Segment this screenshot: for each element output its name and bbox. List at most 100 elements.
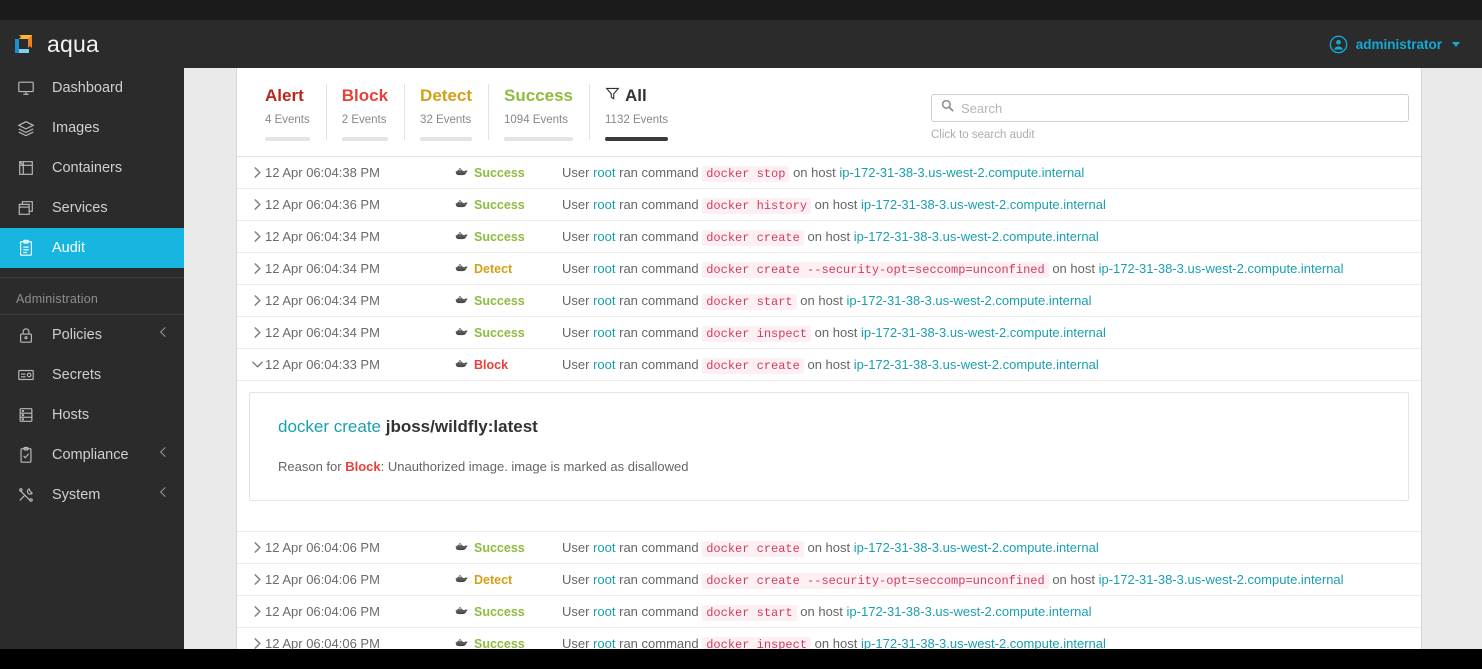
detail-reason-prefix: Reason for <box>278 459 342 474</box>
sidebar-item-containers[interactable]: Containers <box>0 148 184 188</box>
desc-mid: ran command <box>619 164 699 180</box>
desc-onhost: on host <box>814 635 858 650</box>
desc-onhost: on host <box>800 603 843 619</box>
chevron-right-icon[interactable] <box>249 166 265 179</box>
tab-alert[interactable]: Alert 4 Events <box>249 68 326 156</box>
audit-row[interactable]: 12 Apr 06:04:34 PM Success User root ran c… <box>237 220 1421 252</box>
docker-whale-icon <box>455 166 468 180</box>
sidebar-item-hosts[interactable]: Hosts <box>0 395 184 435</box>
audit-row-user: root <box>593 164 616 180</box>
sidebar-item-secrets[interactable]: Secrets <box>0 355 184 395</box>
search-area: Click to search audit <box>931 94 1409 141</box>
sidebar-item-system[interactable]: System <box>0 475 184 515</box>
chevron-right-icon[interactable] <box>249 294 265 307</box>
chevron-left-icon[interactable] <box>160 447 170 457</box>
sidebar-item-label: Audit <box>52 240 86 256</box>
aqua-cube-logo-icon <box>10 30 38 58</box>
audit-row-user: root <box>593 228 616 244</box>
audit-row-user: root <box>593 635 616 650</box>
sidebar-item-policies[interactable]: Policies <box>0 315 184 355</box>
tab-success[interactable]: Success 1094 Events <box>488 68 589 156</box>
audit-card: Alert 4 Events Block 2 Events Detect 32 Event… <box>236 68 1422 649</box>
detail-reason-text: : Unauthorized image. image is marked as… <box>380 459 689 474</box>
tab-event-count: 1132 Events <box>605 114 669 126</box>
audit-row-status: Success <box>474 229 525 244</box>
sidebar-item-label: Dashboard <box>52 80 123 96</box>
audit-row[interactable]: 12 Apr 06:04:06 PM Success User root ran c… <box>237 595 1421 627</box>
tab-event-count: 4 Events <box>265 114 310 126</box>
detail-command-title: docker create jboss/wildfly:latest <box>278 417 1380 437</box>
audit-row-status: Success <box>474 325 525 340</box>
audit-row[interactable]: 12 Apr 06:04:36 PM Success User root ran c… <box>237 188 1421 220</box>
desc-onhost: on host <box>1052 571 1095 587</box>
desc-prefix: User <box>562 292 590 308</box>
brand-logo[interactable]: aqua <box>0 30 99 58</box>
sidebar-item-dashboard[interactable]: Dashboard <box>0 68 184 108</box>
user-menu[interactable]: administrator <box>1329 35 1482 54</box>
chevron-right-icon[interactable] <box>249 573 265 586</box>
search-input[interactable] <box>961 100 1399 116</box>
detail-reason: Reason for Block: Unauthorized image. im… <box>278 459 1380 474</box>
audit-row-user: root <box>593 196 616 212</box>
sidebar-item-images[interactable]: Images <box>0 108 184 148</box>
audit-row-timestamp: 12 Apr 06:04:06 PM <box>265 604 380 619</box>
audit-row-host: ip-172-31-38-3.us-west-2.compute.interna… <box>1098 260 1344 276</box>
chevron-right-icon[interactable] <box>249 230 265 243</box>
tab-block[interactable]: Block 2 Events <box>325 68 404 156</box>
audit-row-detail-panel: docker create jboss/wildfly:latest Reason… <box>237 380 1421 513</box>
tab-all[interactable]: All 1132 Events <box>589 68 684 156</box>
audit-row[interactable]: 12 Apr 06:04:33 PM Block User root ran com… <box>237 348 1421 380</box>
chevron-right-icon[interactable] <box>249 637 265 649</box>
sidebar-item-label: Hosts <box>52 407 90 423</box>
audit-row-timestamp: 12 Apr 06:04:36 PM <box>265 197 380 212</box>
audit-row-user: root <box>593 571 616 587</box>
clipboard-icon <box>16 238 36 258</box>
desc-onhost: on host <box>814 196 858 212</box>
search-box[interactable] <box>931 94 1409 122</box>
sidebar-item-label: Images <box>52 120 100 136</box>
sidebar-item-audit[interactable]: Audit <box>0 228 184 268</box>
desc-prefix: User <box>562 260 590 276</box>
audit-row[interactable]: 12 Apr 06:04:06 PM Detect User root ran co… <box>237 563 1421 595</box>
docker-whale-icon <box>455 605 468 619</box>
user-circle-icon <box>1329 35 1348 54</box>
chevron-right-icon[interactable] <box>249 541 265 554</box>
desc-onhost: on host <box>807 356 851 372</box>
audit-row-status: Detect <box>474 572 513 587</box>
audit-row[interactable]: 12 Apr 06:04:34 PM Success User root ran c… <box>237 316 1421 348</box>
desc-prefix: User <box>562 635 590 650</box>
audit-row[interactable]: 12 Apr 06:04:34 PM Detect User root ran co… <box>237 252 1421 284</box>
audit-row-timestamp: 12 Apr 06:04:06 PM <box>265 540 380 555</box>
audit-row-user: root <box>593 539 616 555</box>
audit-row-description: User root ran command docker start on ho… <box>562 292 1421 310</box>
desc-onhost: on host <box>814 324 858 340</box>
chevron-left-icon[interactable] <box>160 487 170 497</box>
sidebar-item-compliance[interactable]: Compliance <box>0 435 184 475</box>
audit-row-status: Success <box>474 165 525 180</box>
chevron-right-icon[interactable] <box>249 198 265 211</box>
audit-row[interactable]: 12 Apr 06:04:34 PM Success User root ran c… <box>237 284 1421 316</box>
chevron-down-icon[interactable] <box>249 359 265 370</box>
audit-row-host: ip-172-31-38-3.us-west-2.compute.interna… <box>853 539 1099 555</box>
tab-detect[interactable]: Detect 32 Events <box>404 68 488 156</box>
sidebar-item-services[interactable]: Services <box>0 188 184 228</box>
audit-row-command: docker create <box>702 540 804 557</box>
audit-row-command: docker create <box>702 229 804 246</box>
page-background: Alert 4 Events Block 2 Events Detect 32 Event… <box>184 68 1482 649</box>
desc-mid: ran command <box>619 635 699 650</box>
audit-row[interactable]: 12 Apr 06:04:06 PM Success User root ran c… <box>237 531 1421 563</box>
desc-prefix: User <box>562 164 590 180</box>
chevron-right-icon[interactable] <box>249 262 265 275</box>
audit-row[interactable]: 12 Apr 06:04:38 PM Success User root ran c… <box>237 156 1421 188</box>
audit-row-user: root <box>593 603 616 619</box>
tab-label: Alert <box>265 86 304 105</box>
chevron-right-icon[interactable] <box>249 326 265 339</box>
desc-mid: ran command <box>619 571 699 587</box>
audit-row-timestamp: 12 Apr 06:04:34 PM <box>265 325 380 340</box>
docker-whale-icon <box>455 573 468 587</box>
audit-row[interactable]: 12 Apr 06:04:06 PM Success User root ran c… <box>237 627 1421 649</box>
safe-icon <box>16 365 36 385</box>
chevron-left-icon[interactable] <box>160 327 170 337</box>
chevron-right-icon[interactable] <box>249 605 265 618</box>
audit-row-timestamp: 12 Apr 06:04:33 PM <box>265 357 380 372</box>
